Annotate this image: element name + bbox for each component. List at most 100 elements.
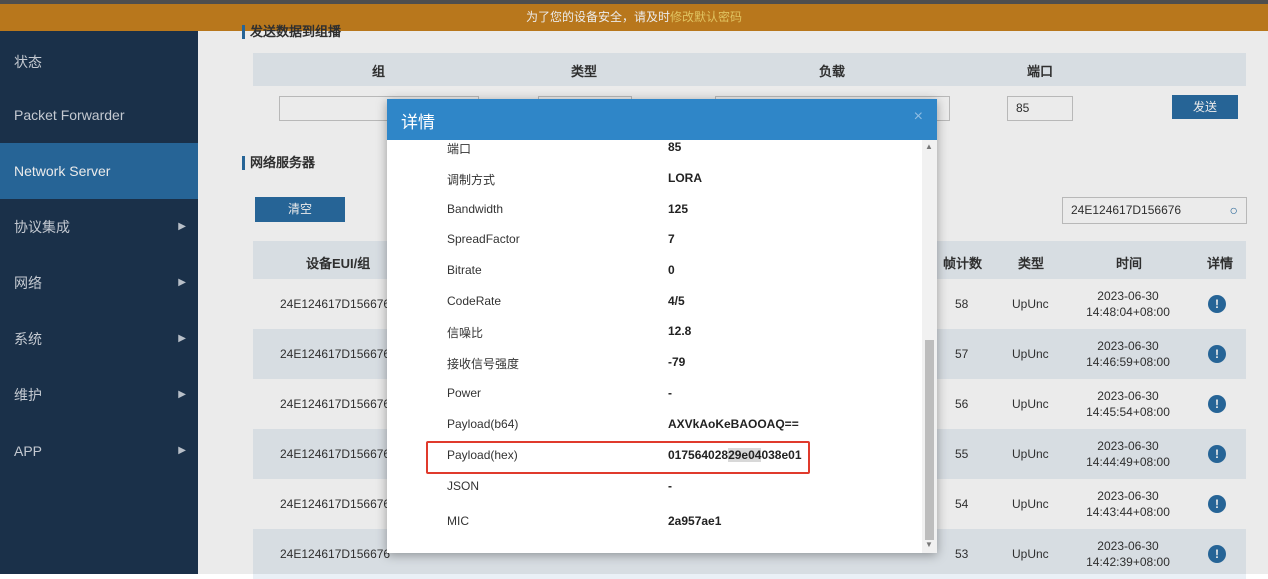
ns-section-title: 网络服务器 xyxy=(242,156,315,170)
sidebar-item-network[interactable]: 网络 ▶ xyxy=(0,255,198,311)
send-section-title: 发送数据到组播 xyxy=(242,25,341,39)
field-key: MIC xyxy=(447,514,469,528)
row-time: 2023-06-30 14:43:44+08:00 xyxy=(1078,488,1178,520)
sidebar-item-label: 维护 xyxy=(14,387,42,403)
detail-info-icon[interactable]: ! xyxy=(1208,545,1226,563)
row-count: 53 xyxy=(955,547,969,561)
field-value: -79 xyxy=(668,355,686,369)
field-value: AXVkAoKeBAOOAQ== xyxy=(668,417,799,431)
modal-title: 详情 xyxy=(401,113,435,132)
field-value: 125 xyxy=(668,202,689,216)
field-key: Power xyxy=(447,386,482,400)
chevron-right-icon: ▶ xyxy=(178,277,186,288)
field-key: 信噪比 xyxy=(447,326,484,340)
row-clock: 14:42:39+08:00 xyxy=(1086,555,1170,569)
field-value: 0 xyxy=(668,263,675,277)
clear-button[interactable]: 清空 xyxy=(255,197,345,222)
row-time: 2023-06-30 14:48:04+08:00 xyxy=(1078,288,1178,320)
row-clock: 14:44:49+08:00 xyxy=(1086,455,1170,469)
field-key: Payload(b64) xyxy=(447,417,519,431)
chevron-right-icon: ▶ xyxy=(178,445,186,456)
change-password-link[interactable]: 修改默认密码 xyxy=(670,10,742,24)
field-value: 4/5 xyxy=(668,294,685,308)
row-count: 58 xyxy=(955,297,969,311)
sidebar-item-label: Network Server xyxy=(14,163,111,179)
row-type: UpUnc xyxy=(1012,347,1049,361)
scroll-up-icon[interactable]: ▲ xyxy=(925,142,933,151)
detail-info-icon[interactable]: ! xyxy=(1208,295,1226,313)
sidebar-item-protocol[interactable]: 协议集成 ▶ xyxy=(0,199,198,255)
port-input[interactable]: 85 xyxy=(1007,96,1073,121)
detail-info-icon[interactable]: ! xyxy=(1208,495,1226,513)
sidebar-item-label: 网络 xyxy=(14,275,42,291)
send-button[interactable]: 发送 xyxy=(1172,95,1238,119)
sidebar-item-app[interactable]: APP ▶ xyxy=(0,423,198,479)
detail-info-icon[interactable]: ! xyxy=(1208,445,1226,463)
sidebar-item-packet-forwarder[interactable]: Packet Forwarder xyxy=(0,87,198,143)
field-key: 接收信号强度 xyxy=(447,357,520,371)
close-icon[interactable]: × xyxy=(914,108,923,126)
sidebar-item-label: 状态 xyxy=(14,54,42,70)
header-type: 类型 xyxy=(571,64,598,79)
row-eui: 24E124617D156676 xyxy=(280,447,391,461)
sidebar-item-label: 协议集成 xyxy=(14,219,70,235)
detail-info-icon[interactable]: ! xyxy=(1208,345,1226,363)
sidebar-item-label: APP xyxy=(14,443,43,459)
row-time: 2023-06-30 14:44:49+08:00 xyxy=(1078,438,1178,470)
search-value: 24E124617D156676 xyxy=(1071,203,1182,217)
row-eui: 24E124617D156676 xyxy=(280,547,391,561)
col-eui: 设备EUI/组 xyxy=(306,256,371,271)
col-fcnt: 帧计数 xyxy=(943,256,983,271)
sidebar-item-status[interactable]: 状态 xyxy=(0,34,198,90)
row-count: 55 xyxy=(955,447,969,461)
modal-body: 端口 85 调制方式 LORA Bandwidth 125 SpreadFact… xyxy=(387,140,937,553)
row-type: UpUnc xyxy=(1012,547,1049,561)
search-icon[interactable]: ○ xyxy=(1230,198,1238,223)
sidebar-item-network-server[interactable]: Network Server xyxy=(0,143,198,199)
field-key: CodeRate xyxy=(447,294,502,308)
banner-text: 为了您的设备安全，请及时 xyxy=(525,10,670,24)
col-detail: 详情 xyxy=(1207,256,1234,271)
sidebar-item-system[interactable]: 系统 ▶ xyxy=(0,311,198,367)
field-key: SpreadFactor xyxy=(447,232,520,246)
row-date: 2023-06-30 xyxy=(1097,489,1159,503)
field-value: 12.8 xyxy=(668,324,692,338)
security-banner: 为了您的设备安全，请及时修改默认密码 xyxy=(0,4,1268,31)
row-eui: 24E124617D156676 xyxy=(280,497,391,511)
sidebar-item-maintenance[interactable]: 维护 ▶ xyxy=(0,367,198,423)
row-type: UpUnc xyxy=(1012,497,1049,511)
row-type: UpUnc xyxy=(1012,397,1049,411)
field-value: - xyxy=(668,479,672,493)
payload-hex-highlight-box xyxy=(426,441,810,474)
row-clock: 14:45:54+08:00 xyxy=(1086,405,1170,419)
send-table-header: 组 类型 负载 端口 xyxy=(253,53,1246,86)
field-key: Bandwidth xyxy=(447,202,504,216)
field-key: 端口 xyxy=(447,142,472,156)
field-value: - xyxy=(668,386,672,400)
chevron-right-icon: ▶ xyxy=(178,389,186,400)
scroll-down-icon[interactable]: ▼ xyxy=(925,540,933,549)
col-time: 时间 xyxy=(1116,256,1143,271)
row-eui: 24E124617D156676 xyxy=(280,297,391,311)
header-port: 端口 xyxy=(1027,64,1054,79)
row-time: 2023-06-30 14:45:54+08:00 xyxy=(1078,388,1178,420)
search-input[interactable]: 24E124617D156676 ○ xyxy=(1062,197,1247,224)
field-value: LORA xyxy=(668,171,702,185)
field-value: 85 xyxy=(668,140,682,154)
field-value: 2a957ae1 xyxy=(668,514,722,528)
detail-modal: 详情 × 端口 85 调制方式 LORA Bandwidth 125 Sprea… xyxy=(387,99,937,553)
chevron-right-icon: ▶ xyxy=(178,221,186,232)
row-eui: 24E124617D156676 xyxy=(280,397,391,411)
row-date: 2023-06-30 xyxy=(1097,439,1159,453)
row-clock: 14:43:44+08:00 xyxy=(1086,505,1170,519)
sidebar-item-label: 系统 xyxy=(14,331,42,347)
sidebar-item-label: Packet Forwarder xyxy=(14,107,125,123)
field-key: Bitrate xyxy=(447,263,482,277)
header-payload: 负载 xyxy=(819,64,846,79)
detail-info-icon[interactable]: ! xyxy=(1208,395,1226,413)
row-type: UpUnc xyxy=(1012,447,1049,461)
field-key: 调制方式 xyxy=(447,173,496,187)
row-eui: 24E124617D156676 xyxy=(280,347,391,361)
scroll-thumb[interactable] xyxy=(925,340,934,540)
modal-scrollbar[interactable]: ▲ ▼ xyxy=(922,140,937,553)
